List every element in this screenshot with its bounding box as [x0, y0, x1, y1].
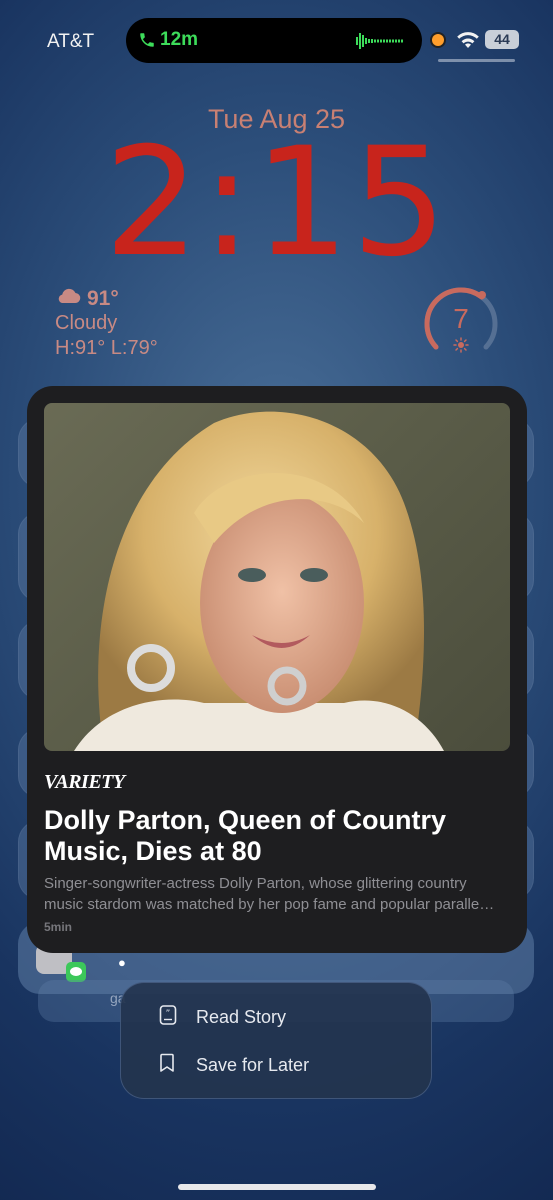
- bookmark-icon: [159, 1053, 175, 1078]
- phone-icon: [138, 31, 156, 54]
- home-indicator[interactable]: [178, 1184, 376, 1190]
- weather-high-low: H:91° L:79°: [55, 337, 158, 359]
- article-summary: Singer-songwriter-actress Dolly Parton, …: [44, 873, 512, 915]
- audio-waveform-icon: [356, 31, 406, 56]
- weather-condition: Cloudy: [55, 312, 118, 334]
- menu-item-label: Read Story: [196, 1006, 287, 1027]
- live-activity-strip: [438, 59, 515, 62]
- article-headline: Dolly Parton, Queen of Country Music, Di…: [44, 805, 447, 866]
- weather-temperature: 91°: [87, 287, 119, 310]
- article-timestamp: 5min: [44, 920, 73, 934]
- uv-index-widget[interactable]: 7: [422, 285, 500, 363]
- battery-indicator: 44: [485, 30, 519, 49]
- uv-index-value: 7: [453, 303, 469, 334]
- summary-line: Singer-songwriter-actress Dolly Parton, …: [44, 875, 467, 892]
- publisher-logo: VARIETY: [44, 771, 125, 793]
- contact-avatar-icon: ●: [118, 955, 126, 970]
- sun-icon: [453, 337, 469, 358]
- summary-line: music stardom was matched by her pop fam…: [44, 896, 495, 913]
- recording-indicator: [432, 34, 444, 46]
- read-story-button[interactable]: ” Read Story: [121, 993, 433, 1041]
- wifi-icon: [455, 30, 481, 55]
- messages-icon: [66, 962, 86, 982]
- carrier-label: AT&T: [47, 31, 95, 52]
- save-for-later-button[interactable]: Save for Later: [121, 1041, 433, 1089]
- call-duration: 12m: [160, 29, 199, 50]
- weather-widget[interactable]: 91° Cloudy H:91° L:79°: [55, 286, 158, 361]
- context-menu: ” Read Story Save for Later: [120, 982, 432, 1099]
- svg-text:”: ”: [166, 1009, 171, 1019]
- lock-clock: 2:15: [104, 116, 449, 290]
- cloud-icon: [55, 286, 81, 311]
- quote-doc-icon: ”: [159, 1004, 177, 1030]
- menu-item-label: Save for Later: [196, 1054, 310, 1075]
- article-photo[interactable]: [44, 403, 510, 751]
- news-notification-card[interactable]: VARIETY Dolly Parton, Queen of Country M…: [27, 386, 527, 953]
- dynamic-island-call[interactable]: 12m: [126, 18, 422, 63]
